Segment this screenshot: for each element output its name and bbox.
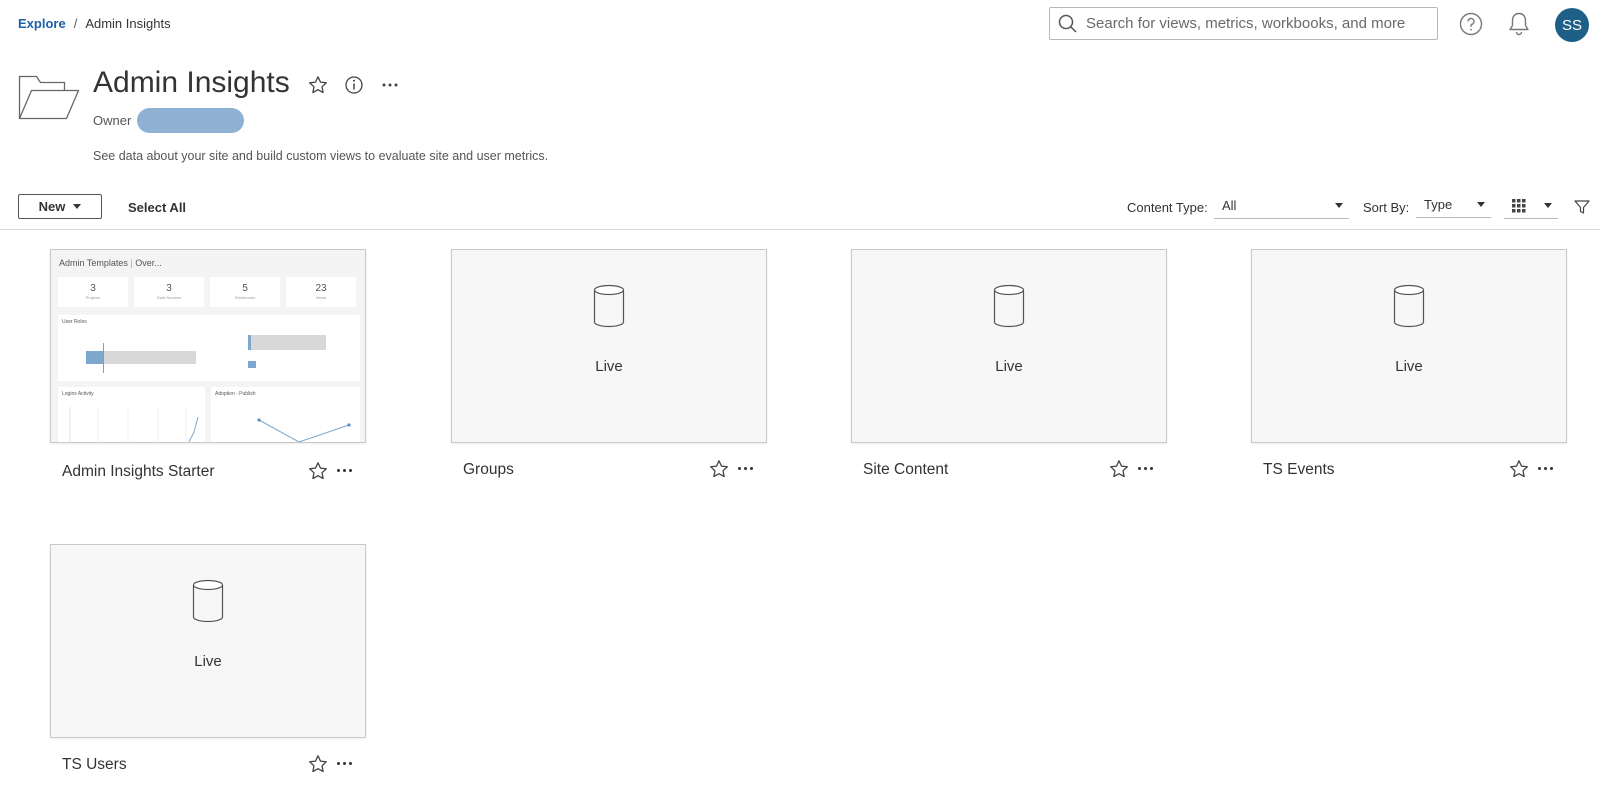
datasource-thumbnail[interactable]: Live <box>451 249 767 443</box>
filter-button[interactable] <box>1573 198 1591 216</box>
new-button-label: New <box>38 199 66 214</box>
favorite-button[interactable] <box>308 461 328 486</box>
database-icon <box>593 284 625 328</box>
content-card-ts-users: Live TS Users <box>50 544 366 780</box>
card-title[interactable]: TS Events <box>1263 461 1335 479</box>
preview-stat: 3 Projects <box>58 277 128 307</box>
info-icon <box>345 76 363 94</box>
datasource-thumbnail[interactable]: Live <box>1251 249 1567 443</box>
content-card-site-content: Live Site Content <box>851 249 1167 485</box>
favorite-button[interactable] <box>1109 459 1129 484</box>
content-card-ts-events: Live TS Events <box>1251 249 1567 485</box>
sort-by-value: Type <box>1424 197 1453 212</box>
more-actions-button[interactable] <box>379 74 401 96</box>
filter-icon <box>1574 200 1590 214</box>
more-icon[interactable] <box>337 463 352 477</box>
notifications-button[interactable] <box>1507 11 1531 37</box>
chevron-down-icon <box>1477 202 1485 207</box>
page-title: Admin Insights <box>93 66 290 99</box>
view-mode-select[interactable] <box>1504 193 1558 219</box>
card-title[interactable]: Groups <box>463 461 514 479</box>
page-description: See data about your site and build custo… <box>93 149 549 163</box>
workbook-thumbnail[interactable]: Admin Templates | Over... 3 Projects 3 Dat… <box>50 249 366 443</box>
connection-status: Live <box>1395 358 1423 375</box>
connection-status: Live <box>194 653 222 670</box>
content-type-select[interactable]: All <box>1214 193 1349 219</box>
database-icon <box>1393 284 1425 328</box>
card-title[interactable]: TS Users <box>62 756 127 774</box>
star-icon <box>1510 460 1528 478</box>
favorite-button[interactable] <box>307 74 329 96</box>
info-button[interactable] <box>343 74 365 96</box>
sort-by-select[interactable]: Type <box>1416 192 1491 218</box>
chevron-down-icon <box>1335 203 1343 208</box>
database-icon <box>993 284 1025 328</box>
preview-stat: 5 Workbooks <box>210 277 280 307</box>
preview-panel: User Roles <box>58 315 360 381</box>
preview-panel: Logins Activity <box>58 387 205 442</box>
favorite-button[interactable] <box>308 754 328 779</box>
content-type-label: Content Type: <box>1127 200 1208 215</box>
card-title[interactable]: Site Content <box>863 461 948 479</box>
preview-stat: 3 Data Sources <box>134 277 204 307</box>
content-type-value: All <box>1222 198 1237 213</box>
owner-row: Owner <box>93 108 245 133</box>
user-avatar[interactable]: SS <box>1555 8 1589 42</box>
preview-title: Admin Templates | Over... <box>59 258 162 268</box>
datasource-thumbnail[interactable]: Live <box>50 544 366 738</box>
content-card-admin-insights-starter: Admin Templates | Over... 3 Projects 3 Dat… <box>50 249 366 485</box>
new-button[interactable]: New <box>18 194 102 219</box>
database-icon <box>192 579 224 623</box>
owner-label: Owner <box>93 113 132 128</box>
toolbar: New Select All Content Type: All Sort By… <box>0 190 1600 230</box>
chevron-down-icon <box>1544 203 1552 208</box>
bell-icon <box>1509 12 1529 36</box>
preview-panel: Adoption - Publish <box>211 387 360 442</box>
more-icon <box>382 83 398 87</box>
more-icon[interactable] <box>1138 461 1153 475</box>
search-icon <box>1058 14 1077 33</box>
breadcrumb-current: Admin Insights <box>85 16 171 31</box>
breadcrumb-separator: / <box>73 16 78 31</box>
top-bar: Explore / Admin Insights SS <box>0 0 1600 48</box>
datasource-thumbnail[interactable]: Live <box>851 249 1167 443</box>
star-icon <box>1110 460 1128 478</box>
favorite-button[interactable] <box>1509 459 1529 484</box>
owner-name-pill[interactable] <box>137 108 245 133</box>
sort-by-label: Sort By: <box>1363 200 1410 215</box>
folder-icon <box>18 74 80 127</box>
title-actions <box>307 74 401 96</box>
card-title[interactable]: Admin Insights Starter <box>62 463 214 481</box>
help-button[interactable] <box>1459 12 1483 36</box>
search-input[interactable] <box>1086 15 1426 32</box>
workbook-preview: Admin Templates | Over... 3 Projects 3 Dat… <box>51 250 365 442</box>
more-icon[interactable] <box>1538 461 1553 475</box>
star-icon <box>309 76 327 94</box>
preview-stat: 23 Views <box>286 277 356 307</box>
content-card-groups: Live Groups <box>451 249 767 485</box>
select-all-button[interactable]: Select All <box>128 200 186 215</box>
chevron-down-icon <box>73 204 82 209</box>
star-icon <box>309 755 327 773</box>
breadcrumb-explore-link[interactable]: Explore <box>18 16 66 31</box>
grid-view-icon <box>1512 198 1526 212</box>
favorite-button[interactable] <box>709 459 729 484</box>
star-icon <box>309 462 327 480</box>
help-icon <box>1459 12 1483 36</box>
more-icon[interactable] <box>738 461 753 475</box>
more-icon[interactable] <box>337 756 352 770</box>
breadcrumb: Explore / Admin Insights <box>18 16 171 31</box>
connection-status: Live <box>595 358 623 375</box>
connection-status: Live <box>995 358 1023 375</box>
search-box[interactable] <box>1049 7 1438 40</box>
star-icon <box>710 460 728 478</box>
